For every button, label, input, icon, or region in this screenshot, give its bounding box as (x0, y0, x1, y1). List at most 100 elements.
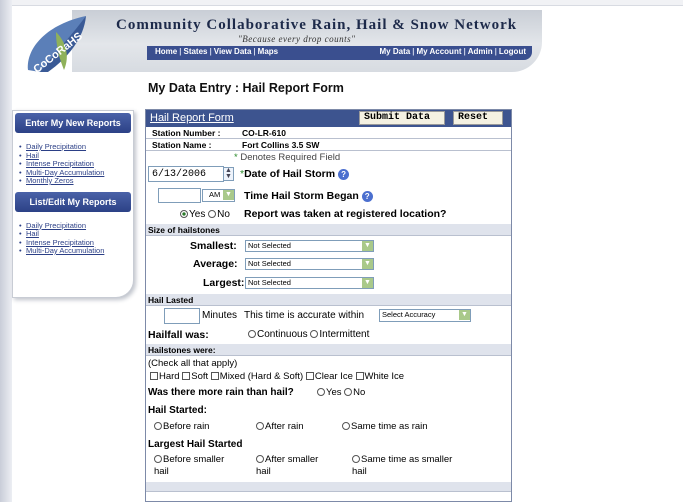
date-label: *Date of Hail Storm ? (240, 168, 350, 180)
mixed-checkbox[interactable] (210, 372, 219, 381)
intermittent-radio[interactable] (310, 330, 319, 339)
location-no-radio[interactable] (208, 210, 217, 219)
largest-same-option: Same time as smaller hail (352, 454, 452, 478)
rain-question: Was there more rain than hail? (148, 387, 294, 398)
date-spinner[interactable]: ▲ ▼ (223, 167, 234, 181)
station-number-value: CO-LR-610 (242, 128, 286, 138)
sidebar-edit-list: Daily Precipitation Hail Intense Precipi… (19, 221, 133, 256)
help-icon[interactable]: ? (338, 168, 350, 180)
rain-no-radio[interactable] (344, 388, 353, 397)
site-tagline: "Because every drop counts" (238, 34, 356, 44)
nav-view-data[interactable]: View Data (214, 47, 252, 56)
submit-data-button[interactable]: Submit Data (359, 111, 445, 125)
date-label-text: Date of Hail Storm (244, 168, 336, 180)
started-before-option: Before rain (154, 421, 209, 432)
sidebar-item-list-multi-day-accumulation[interactable]: Multi-Day Accumulation (19, 246, 133, 256)
smallest-select[interactable]: Not Selected ▼ (245, 240, 374, 252)
site-header: CoCoRaHS Community Collaborative Rain, H… (12, 6, 542, 74)
size-section: Size of hailstones (146, 224, 511, 236)
required-note-text: Denotes Required Field (240, 152, 341, 163)
hail-report-form: Hail Report Form Submit Data Reset Stati… (145, 109, 512, 502)
hailstones-were-section: Hailstones were: (146, 344, 511, 356)
reset-button[interactable]: Reset (453, 111, 503, 125)
accuracy-select[interactable]: Select Accuracy ▼ (379, 309, 471, 322)
rain-yes-radio[interactable] (317, 388, 325, 397)
hailstones-were-label: Hailstones were: (148, 345, 216, 355)
page-title: My Data Entry : Hail Report Form (148, 81, 344, 95)
minutes-input[interactable] (164, 308, 200, 324)
smallest-value: Not Selected (248, 241, 291, 250)
form-body: * Denotes Required Field 6/13/2006 ▲ ▼ *D… (146, 151, 511, 492)
started-same-label: Same time as rain (351, 421, 428, 432)
started-before-radio[interactable] (154, 422, 162, 431)
largest-same-radio[interactable] (352, 455, 360, 464)
continuous-radio[interactable] (248, 330, 256, 339)
started-after-label: After rain (265, 421, 304, 432)
average-label: Average: (193, 258, 238, 270)
mixed-label: Mixed (Hard & Soft) (219, 371, 304, 382)
check-all-note: (Check all that apply) (148, 358, 238, 369)
rain-no-label: No (353, 387, 366, 398)
chevron-down-icon: ▼ (362, 278, 373, 288)
hailstone-type-checks: Hard Soft Mixed (Hard & Soft) Clear Ice … (150, 371, 404, 382)
nav-logout[interactable]: Logout (499, 47, 526, 56)
ampm-select[interactable]: AM ▼ (202, 189, 235, 202)
average-select[interactable]: Not Selected ▼ (245, 258, 374, 270)
chevron-down-icon: ▼ (362, 241, 373, 251)
size-section-label: Size of hailstones (148, 225, 220, 235)
largest-same-label-2: hail (352, 466, 367, 477)
help-icon[interactable]: ? (361, 190, 373, 202)
nav-admin[interactable]: Admin (468, 47, 493, 56)
location-radio-group: Yes No (180, 209, 230, 220)
clear-ice-label: Clear Ice (314, 371, 353, 382)
nav-my-account[interactable]: My Account (416, 47, 461, 56)
minutes-label: Minutes (202, 310, 238, 321)
largest-before-label: Before smaller (163, 454, 225, 465)
cocorahs-logo[interactable]: CoCoRaHS (18, 12, 90, 74)
ampm-value: AM (209, 190, 221, 199)
average-value: Not Selected (248, 259, 291, 268)
nav-right-group: My Data | My Account | Admin | Logout (380, 47, 526, 56)
nav-states[interactable]: States (183, 47, 207, 56)
time-input[interactable] (158, 188, 201, 203)
largest-select[interactable]: Not Selected ▼ (245, 277, 374, 289)
nav-maps[interactable]: Maps (258, 47, 278, 56)
date-input[interactable]: 6/13/2006 (148, 166, 224, 182)
hailfall-radio-group: Continuous Intermittent (248, 329, 369, 340)
required-note: * Denotes Required Field (234, 152, 340, 163)
rain-radio-group: Yes No (317, 387, 365, 398)
top-navbar: Home | States | View Data | Maps My Data | My Ac… (147, 46, 532, 60)
smallest-label: Smallest: (190, 240, 237, 252)
station-name-label: Station Name : (152, 140, 212, 150)
next-section-edge (146, 482, 511, 492)
location-yes-radio[interactable] (180, 210, 188, 219)
accuracy-value: Select Accuracy (382, 310, 436, 319)
accuracy-text: This time is accurate within (244, 310, 365, 321)
location-no-label: No (217, 209, 230, 220)
largest-label: Largest: (203, 277, 245, 289)
started-after-radio[interactable] (256, 422, 264, 431)
largest-after-option: After smaller hail (256, 454, 318, 478)
clear-ice-checkbox[interactable] (305, 372, 314, 381)
station-number-row: Station Number : CO-LR-610 (146, 127, 511, 139)
sidebar-item-monthly-zeros[interactable]: Monthly Zeros (19, 176, 133, 186)
largest-before-radio[interactable] (154, 455, 162, 464)
largest-after-label: After smaller (265, 454, 319, 465)
largest-after-label-2: hail (256, 466, 271, 477)
started-before-label: Before rain (163, 421, 210, 432)
largest-after-radio[interactable] (256, 455, 264, 464)
sidebar-heading-edit: List/Edit My Reports (15, 191, 131, 212)
nav-home[interactable]: Home (155, 47, 177, 56)
white-ice-checkbox[interactable] (355, 372, 364, 381)
sidebar-new-list: Daily Precipitation Hail Intense Precipi… (19, 142, 133, 186)
nav-my-data[interactable]: My Data (380, 47, 411, 56)
form-header: Hail Report Form Submit Data Reset (146, 110, 511, 127)
largest-value: Not Selected (248, 278, 291, 287)
form-title[interactable]: Hail Report Form (150, 112, 234, 124)
hail-lasted-section: Hail Lasted (146, 294, 511, 306)
started-same-option: Same time as rain (342, 421, 428, 432)
started-same-radio[interactable] (342, 422, 350, 431)
hailfall-label: Hailfall was: (148, 329, 209, 341)
soft-checkbox[interactable] (182, 372, 191, 381)
hard-checkbox[interactable] (150, 372, 158, 381)
